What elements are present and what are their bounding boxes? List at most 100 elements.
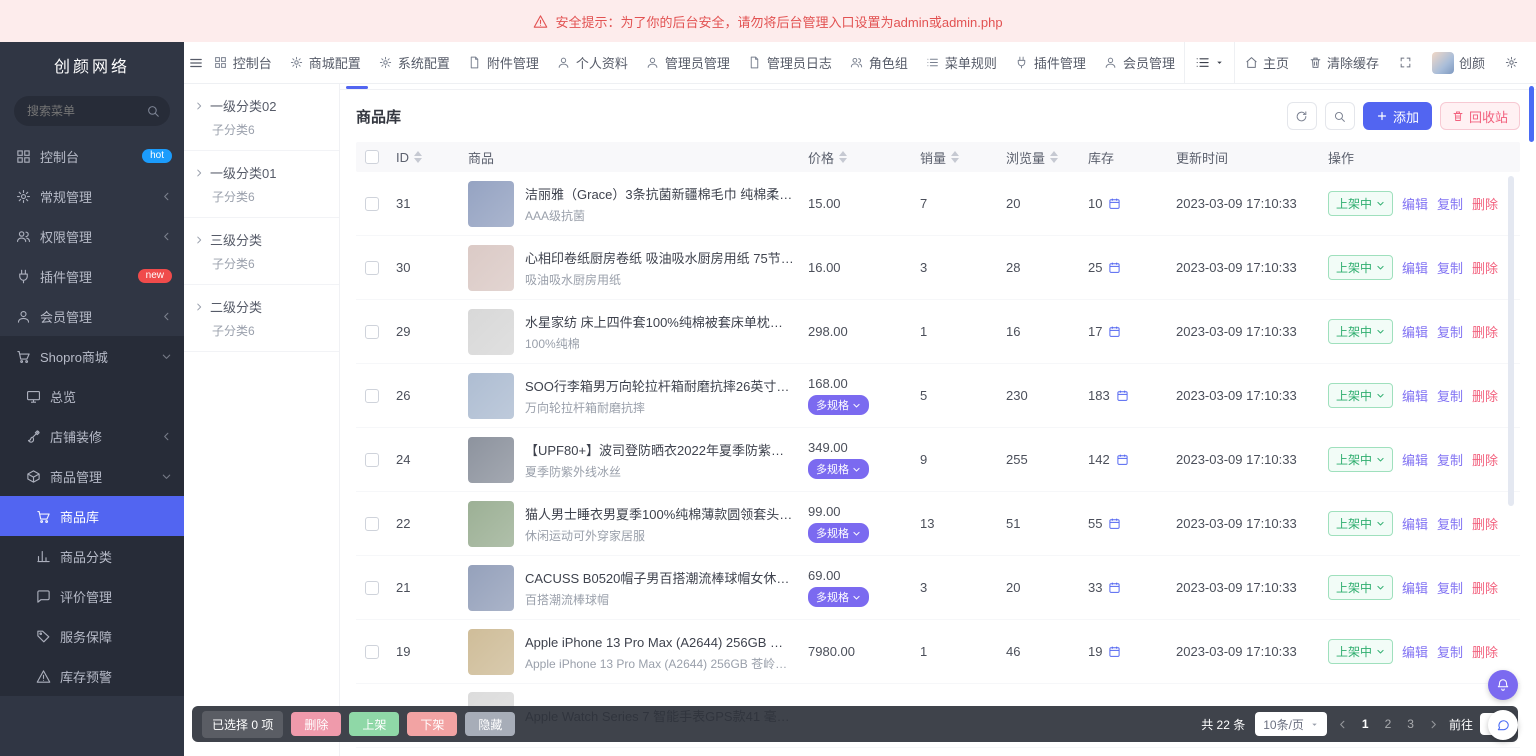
batch-button[interactable]: 下架	[407, 712, 457, 736]
product-title[interactable]: SOO行李箱男万向轮拉杆箱耐磨抗摔26英寸A330旅行...	[525, 376, 794, 395]
edit-link[interactable]: 编辑	[1402, 514, 1428, 533]
batch-button[interactable]: 上架	[349, 712, 399, 736]
product-thumbnail[interactable]	[468, 181, 514, 227]
edit-link[interactable]: 编辑	[1402, 386, 1428, 405]
topnav-item[interactable]: 管理员日志	[739, 42, 841, 84]
sort-carets[interactable]	[1050, 151, 1058, 163]
topnav-item[interactable]: 系统配置	[370, 42, 459, 84]
category-child[interactable]: 子分类6	[184, 252, 339, 280]
recycle-bin-button[interactable]: 回收站	[1440, 102, 1520, 130]
product-title[interactable]: 心相印卷纸厨房卷纸 吸油吸水厨房用纸 75节2卷纸巾 ...	[525, 248, 794, 267]
status-dropdown[interactable]: 上架中	[1328, 639, 1393, 664]
fullscreen-button[interactable]	[1389, 42, 1422, 84]
topnav-item[interactable]: 角色组	[841, 42, 917, 84]
batch-button[interactable]: 隐藏	[465, 712, 515, 736]
batch-button[interactable]: 删除	[291, 712, 341, 736]
row-checkbox[interactable]	[365, 517, 379, 531]
status-dropdown[interactable]: 上架中	[1328, 191, 1393, 216]
sidebar-item[interactable]: 控制台hot	[0, 136, 184, 176]
sidebar-item[interactable]: 评价管理	[0, 576, 184, 616]
copy-link[interactable]: 复制	[1437, 386, 1463, 405]
copy-link[interactable]: 复制	[1437, 578, 1463, 597]
copy-link[interactable]: 复制	[1437, 450, 1463, 469]
page-number[interactable]: 2	[1381, 715, 1396, 733]
multi-spec-badge[interactable]: 多规格	[808, 395, 869, 415]
product-thumbnail[interactable]	[468, 565, 514, 611]
row-checkbox[interactable]	[365, 389, 379, 403]
row-checkbox[interactable]	[365, 645, 379, 659]
table-scrollbar-thumb[interactable]	[1508, 176, 1514, 506]
edit-link[interactable]: 编辑	[1402, 194, 1428, 213]
chat-button[interactable]	[1488, 710, 1518, 740]
page-number[interactable]: 1	[1358, 715, 1373, 733]
status-dropdown[interactable]: 上架中	[1328, 319, 1393, 344]
topnav-item[interactable]: 附件管理	[459, 42, 548, 84]
sidebar-item[interactable]: 商品管理	[0, 456, 184, 496]
sidebar-item[interactable]: 插件管理new	[0, 256, 184, 296]
category-node[interactable]: 二级分类	[184, 291, 339, 319]
row-checkbox[interactable]	[365, 197, 379, 211]
edit-link[interactable]: 编辑	[1402, 322, 1428, 341]
row-checkbox[interactable]	[365, 261, 379, 275]
product-title[interactable]: 猫人男士睡衣男夏季100%纯棉薄款圆领套头短袖套装...	[525, 504, 794, 523]
product-thumbnail[interactable]	[468, 245, 514, 291]
topnav-item[interactable]: 菜单规则	[917, 42, 1006, 84]
sidebar-item[interactable]: 商品分类	[0, 536, 184, 576]
sidebar-item[interactable]: 会员管理	[0, 296, 184, 336]
copy-link[interactable]: 复制	[1437, 642, 1463, 661]
copy-link[interactable]: 复制	[1437, 514, 1463, 533]
topnav-item[interactable]: 个人资料	[548, 42, 637, 84]
category-node[interactable]: 一级分类01	[184, 157, 339, 185]
delete-link[interactable]: 删除	[1472, 194, 1498, 213]
edit-link[interactable]: 编辑	[1402, 642, 1428, 661]
category-child[interactable]: 子分类6	[184, 185, 339, 213]
status-dropdown[interactable]: 上架中	[1328, 447, 1393, 472]
category-node[interactable]: 一级分类02	[184, 90, 339, 118]
product-thumbnail[interactable]	[468, 629, 514, 675]
product-thumbnail[interactable]	[468, 437, 514, 483]
delete-link[interactable]: 删除	[1472, 642, 1498, 661]
status-dropdown[interactable]: 上架中	[1328, 383, 1393, 408]
sidebar-item[interactable]: 总览	[0, 376, 184, 416]
sort-carets[interactable]	[839, 151, 847, 163]
settings-button[interactable]	[1495, 42, 1528, 84]
topnav-item[interactable]: 插件管理	[1006, 42, 1095, 84]
multi-spec-badge[interactable]: 多规格	[808, 587, 869, 607]
edit-link[interactable]: 编辑	[1402, 578, 1428, 597]
product-title[interactable]: Apple iPhone 13 Pro Max (A2644) 256GB 苍岭…	[525, 632, 794, 651]
search-icon[interactable]	[146, 104, 160, 118]
page-size-select[interactable]: 10条/页	[1255, 712, 1327, 736]
category-node[interactable]: 三级分类	[184, 224, 339, 252]
delete-link[interactable]: 删除	[1472, 450, 1498, 469]
sidebar-item[interactable]: 商品库	[0, 496, 184, 536]
copy-link[interactable]: 复制	[1437, 194, 1463, 213]
delete-link[interactable]: 删除	[1472, 322, 1498, 341]
home-button[interactable]: 主页	[1235, 42, 1299, 84]
category-child[interactable]: 子分类6	[184, 319, 339, 347]
row-checkbox[interactable]	[365, 325, 379, 339]
layout-dropdown-button[interactable]	[1184, 42, 1235, 84]
table-search-button[interactable]	[1325, 102, 1355, 130]
status-dropdown[interactable]: 上架中	[1328, 255, 1393, 280]
sidebar-item[interactable]: 店铺装修	[0, 416, 184, 456]
product-title[interactable]: 洁丽雅（Grace）3条抗菌新疆棉毛巾 纯棉柔软家用洗...	[525, 184, 794, 203]
sidebar-item[interactable]: Shopro商城	[0, 336, 184, 376]
sidebar-item[interactable]: 权限管理	[0, 216, 184, 256]
edit-link[interactable]: 编辑	[1402, 258, 1428, 277]
next-page-button[interactable]	[1428, 719, 1439, 730]
multi-spec-badge[interactable]: 多规格	[808, 523, 869, 543]
refresh-button[interactable]	[1287, 102, 1317, 130]
delete-link[interactable]: 删除	[1472, 578, 1498, 597]
prev-page-button[interactable]	[1337, 719, 1348, 730]
product-thumbnail[interactable]	[468, 373, 514, 419]
delete-link[interactable]: 删除	[1472, 386, 1498, 405]
topnav-item[interactable]: 会员管理	[1095, 42, 1184, 84]
notification-button[interactable]	[1488, 670, 1518, 700]
delete-link[interactable]: 删除	[1472, 258, 1498, 277]
copy-link[interactable]: 复制	[1437, 258, 1463, 277]
topnav-item[interactable]: 控制台	[205, 42, 281, 84]
add-button[interactable]: 添加	[1363, 102, 1432, 130]
product-thumbnail[interactable]	[468, 501, 514, 547]
topnav-item[interactable]: 管理员管理	[637, 42, 739, 84]
topnav-item[interactable]: 商城配置	[281, 42, 370, 84]
